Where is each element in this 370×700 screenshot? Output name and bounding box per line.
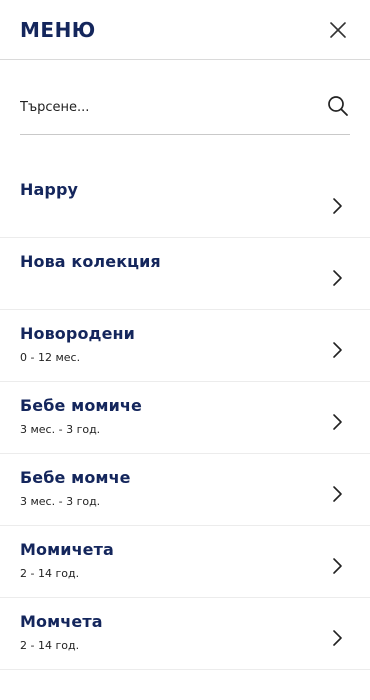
search-button[interactable] xyxy=(326,94,350,118)
chevron-right-icon xyxy=(330,268,344,288)
search-bar xyxy=(20,88,350,135)
menu-item[interactable]: Новородени 0 - 12 мес. xyxy=(0,310,370,382)
menu-item[interactable]: Happy xyxy=(0,166,370,238)
chevron-right-icon xyxy=(330,628,344,648)
menu-item-age-range: 3 мес. - 3 год. xyxy=(20,423,101,436)
menu-item-label: Бебе момиче xyxy=(20,396,142,415)
menu-item-label: Бебе момче xyxy=(20,468,131,487)
chevron-right-icon xyxy=(330,196,344,216)
menu-item-label: Момчета xyxy=(20,612,103,631)
menu-item[interactable]: Момчета 2 - 14 год. xyxy=(0,598,370,670)
menu-page: МЕНЮ Happy Нова колекция Новородени 0 - 12 … xyxy=(0,0,370,700)
menu-item-label: Момичета xyxy=(20,540,114,559)
chevron-right-icon xyxy=(330,412,344,432)
menu-item-label: Нова колекция xyxy=(20,252,161,271)
menu-item[interactable]: Бебе момче 3 мес. - 3 год. xyxy=(0,454,370,526)
chevron-right-icon xyxy=(330,556,344,576)
page-title: МЕНЮ xyxy=(20,18,96,42)
menu-item-age-range: 3 мес. - 3 год. xyxy=(20,495,101,508)
close-button[interactable] xyxy=(326,18,350,42)
search-icon xyxy=(328,96,348,116)
menu-item[interactable]: Нова колекция xyxy=(0,238,370,310)
menu-header: МЕНЮ xyxy=(0,0,370,60)
menu-item-age-range: 2 - 14 год. xyxy=(20,639,80,652)
close-icon xyxy=(330,22,346,38)
chevron-right-icon xyxy=(330,484,344,504)
menu-item[interactable]: Бебе момиче 3 мес. - 3 год. xyxy=(0,382,370,454)
chevron-right-icon xyxy=(330,340,344,360)
menu-item-age-range: 0 - 12 мес. xyxy=(20,351,81,364)
menu-item[interactable]: Момичета 2 - 14 год. xyxy=(0,526,370,598)
menu-item-age-range: 2 - 14 год. xyxy=(20,567,80,580)
menu-item-label: Happy xyxy=(20,180,79,199)
search-input[interactable] xyxy=(20,94,310,120)
menu-list: Happy Нова колекция Новородени 0 - 12 мес. Б… xyxy=(0,166,370,670)
menu-item-label: Новородени xyxy=(20,324,135,343)
